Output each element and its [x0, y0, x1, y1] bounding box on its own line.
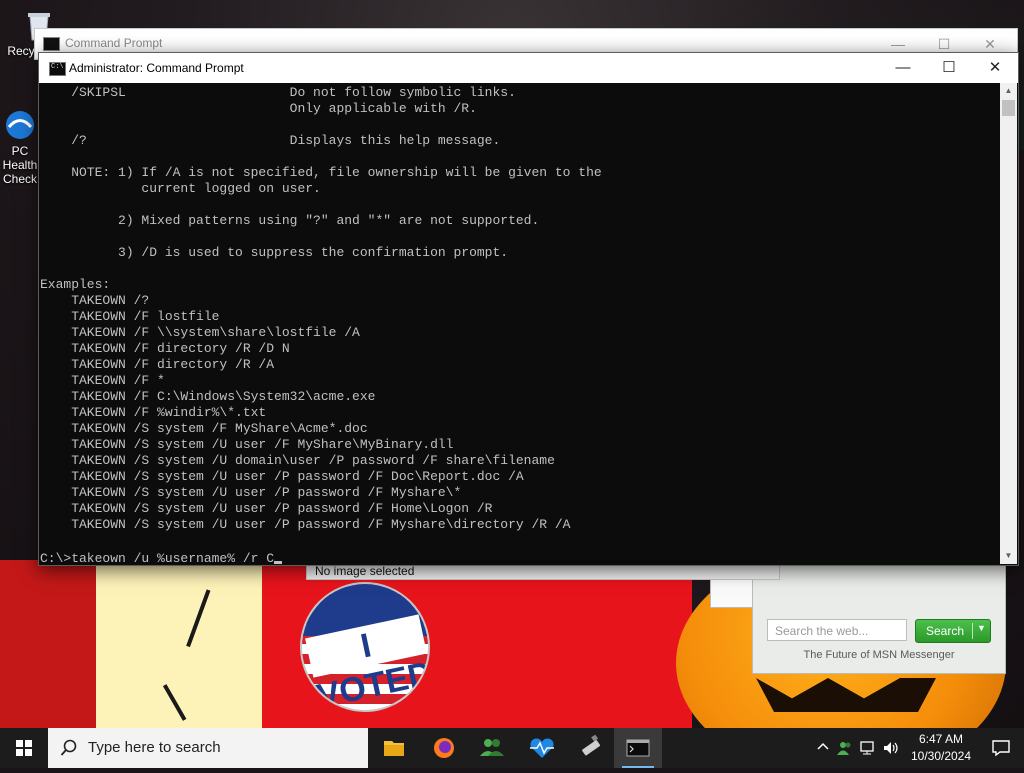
console-line: TAKEOWN /S system /U domain\user /P pass… — [40, 453, 555, 468]
desktop-icon-pc-health-check[interactable]: PC Health Check — [0, 108, 40, 186]
console-text: /SKIPSL Do not follow symbolic links. On… — [39, 83, 1000, 549]
usb-drive-icon — [582, 734, 601, 756]
console-line: TAKEOWN /F lostfile — [40, 309, 220, 324]
chevron-up-icon[interactable] — [816, 740, 830, 754]
taskbar-search-placeholder: Type here to search — [88, 739, 221, 756]
console-line: 2) Mixed patterns using "?" and "*" are … — [40, 213, 540, 228]
taskbar-app-people[interactable] — [468, 728, 516, 768]
msn-search-button-label: Search — [926, 624, 965, 638]
taskbar-app-health-monitor[interactable] — [518, 728, 566, 768]
console-line: TAKEOWN /F C:\Windows\System32\acme.exe — [40, 389, 376, 404]
msn-widget: Search the web... Search ▼ The Future of… — [752, 560, 1006, 674]
minimize-button[interactable]: — — [880, 53, 926, 83]
console-line: Only applicable with /R. — [40, 101, 477, 116]
prompt-text: C:\>takeown /u %username% /r C — [40, 551, 275, 565]
console-line: Examples: — [40, 277, 111, 292]
pc-health-check-icon — [3, 108, 37, 142]
command-prompt-icon — [626, 739, 650, 757]
console-line: TAKEOWN /S system /U user /P password /F… — [40, 485, 462, 500]
notification-icon — [992, 740, 1010, 757]
search-icon — [60, 739, 77, 756]
msn-search-button[interactable]: Search ▼ — [915, 619, 991, 643]
msn-search-input[interactable]: Search the web... — [767, 619, 907, 641]
vertical-scrollbar[interactable]: ▲ ▼ — [1000, 83, 1017, 564]
console-line: current logged on user. — [40, 181, 321, 196]
console-prompt-line[interactable]: C:\>takeown /u %username% /r C — [39, 549, 1000, 565]
taskbar-app-usb-drive[interactable] — [566, 728, 614, 768]
cmd-app-icon — [43, 37, 60, 51]
scrollbar-thumb[interactable] — [1002, 100, 1015, 116]
taskbar-app-file-explorer[interactable] — [370, 728, 418, 768]
console-line: NOTE: 1) If /A is not specified, file ow… — [40, 165, 602, 180]
people-tray-icon[interactable] — [836, 739, 854, 757]
scroll-down-arrow-icon[interactable]: ▼ — [1000, 548, 1017, 564]
clock-time: 6:47 AM — [918, 732, 964, 746]
wallpaper-red-left — [0, 560, 100, 728]
console-line: /SKIPSL Do not follow symbolic links. — [40, 85, 516, 100]
console-line: TAKEOWN /S system /U user /P password /F… — [40, 517, 571, 532]
maximize-button[interactable]: ☐ — [926, 53, 972, 83]
text-cursor — [274, 561, 283, 564]
volume-icon[interactable] — [882, 740, 900, 756]
taskbar: Type here to search 6:47 AM 10/30/2024 — [0, 728, 1024, 768]
console-line: TAKEOWN /F directory /R /D N — [40, 341, 290, 356]
wallpaper-cream-panel — [96, 560, 264, 728]
heart-pulse-icon — [530, 738, 554, 758]
console-line: TAKEOWN /F \\system\share\lostfile /A — [40, 325, 360, 340]
console-line: TAKEOWN /F %windir%\*.txt — [40, 405, 267, 420]
pc-health-check-label: PC Health Check — [2, 144, 38, 186]
start-button[interactable] — [0, 728, 48, 768]
chevron-down-icon[interactable]: ▼ — [977, 623, 986, 633]
folder-icon — [384, 741, 404, 756]
clock-date: 10/30/2024 — [910, 749, 972, 763]
console-line: TAKEOWN /S system /U user /F MyShare\MyB… — [40, 437, 454, 452]
i-voted-pin: I VOTED — [300, 582, 430, 712]
console-line: /? Displays this help message. — [40, 133, 501, 148]
window-back-title: Command Prompt — [65, 36, 163, 50]
windows-logo-icon — [16, 740, 32, 756]
console-line: TAKEOWN /? — [40, 293, 150, 308]
taskbar-app-firefox[interactable] — [420, 728, 468, 768]
window-titlebar[interactable]: C:\ Administrator: Command Prompt — ☐ ✕ — [39, 53, 1018, 83]
msn-tagline: The Future of MSN Messenger — [803, 649, 955, 661]
close-button[interactable]: ✕ — [972, 53, 1018, 83]
people-icon — [480, 739, 504, 756]
taskbar-clock[interactable]: 6:47 AM 10/30/2024 — [906, 731, 976, 765]
network-icon[interactable] — [860, 740, 878, 756]
console-line: TAKEOWN /S system /F MyShare\Acme*.doc — [40, 421, 368, 436]
window-title: Administrator: Command Prompt — [69, 61, 244, 75]
console-output[interactable]: /SKIPSL Do not follow symbolic links. On… — [39, 83, 1000, 565]
scroll-up-arrow-icon[interactable]: ▲ — [1000, 83, 1017, 99]
console-line: TAKEOWN /F * — [40, 373, 165, 388]
taskbar-search-box[interactable]: Type here to search — [48, 728, 368, 768]
cmd-app-icon: C:\ — [49, 62, 66, 76]
console-line: TAKEOWN /S system /U user /P password /F… — [40, 501, 493, 516]
notification-center-button[interactable] — [978, 728, 1024, 768]
admin-command-prompt-window[interactable]: C:\ Administrator: Command Prompt — ☐ ✕ … — [38, 52, 1019, 566]
console-line: 3) /D is used to suppress the confirmati… — [40, 245, 509, 260]
system-tray — [812, 728, 904, 768]
console-line: TAKEOWN /S system /U user /P password /F… — [40, 469, 524, 484]
firefox-icon — [434, 738, 454, 758]
console-line: TAKEOWN /F directory /R /A — [40, 357, 275, 372]
taskbar-app-command-prompt[interactable] — [614, 728, 662, 768]
